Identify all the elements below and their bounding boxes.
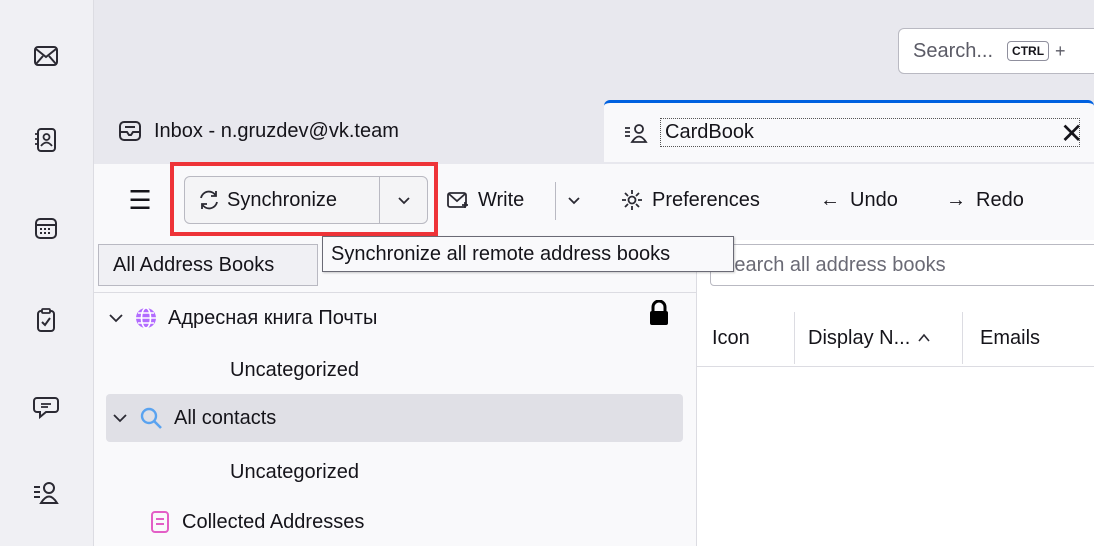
write-dropdown-button[interactable] xyxy=(566,176,590,224)
undo-arrow-icon: ← xyxy=(820,188,840,211)
column-icon[interactable]: Icon xyxy=(712,310,750,366)
globe-icon xyxy=(136,307,156,329)
tooltip: Synchronize all remote address books xyxy=(322,236,734,272)
tree-item-label: Uncategorized xyxy=(230,460,359,483)
column-separator[interactable] xyxy=(962,312,963,364)
shortcut-plus: + xyxy=(1055,40,1066,61)
toolbar-separator xyxy=(555,182,556,220)
column-label: Display N... xyxy=(808,326,911,349)
undo-label: Undo xyxy=(850,188,898,211)
undo-button[interactable]: ← Undo xyxy=(820,176,898,224)
preferences-button[interactable]: Preferences xyxy=(620,176,760,224)
write-button[interactable]: Write xyxy=(446,176,524,224)
inbox-icon xyxy=(119,121,141,141)
shortcut-key: CTRL xyxy=(1007,41,1050,61)
column-separator[interactable] xyxy=(794,312,795,364)
global-search-input[interactable]: Search... CTRL + xyxy=(898,28,1094,74)
tasks-space-icon[interactable] xyxy=(24,298,68,342)
address-book-icon xyxy=(625,123,648,143)
tab-cardbook-label: CardBook xyxy=(660,118,1080,147)
redo-arrow-icon: → xyxy=(946,188,966,211)
close-tab-icon[interactable]: ✕ xyxy=(1060,120,1083,148)
highlight-box xyxy=(170,162,438,236)
tree-item-vk-address-book[interactable]: Адресная книга Почты xyxy=(108,294,688,342)
write-label: Write xyxy=(478,188,525,211)
address-book-selector[interactable]: All Address Books xyxy=(98,244,318,286)
tab-inbox-label: Inbox - n.gruzdev@vk.team xyxy=(154,119,399,142)
tree-item-uncategorized[interactable]: Uncategorized xyxy=(230,346,359,394)
address-book-search-input[interactable]: Search all address books xyxy=(710,244,1094,286)
cardbook-space-icon[interactable] xyxy=(24,470,68,514)
search-placeholder: Search all address books xyxy=(721,253,946,276)
preferences-label: Preferences xyxy=(652,188,760,211)
menu-icon[interactable]: ☰ xyxy=(120,176,160,224)
column-display-name[interactable]: Display N... xyxy=(808,310,932,366)
sort-ascending-icon xyxy=(918,333,930,342)
tree-item-label: Адресная книга Почты xyxy=(168,306,378,329)
tree-item-label: Uncategorized xyxy=(230,358,359,381)
chevron-down-icon xyxy=(113,414,127,423)
gear-icon xyxy=(622,190,642,210)
calendar-space-icon[interactable] xyxy=(24,206,68,250)
search-icon xyxy=(140,407,162,429)
tree-item-all-contacts[interactable]: All contacts xyxy=(106,394,683,442)
chevron-down-icon xyxy=(109,314,123,323)
collected-addresses-icon xyxy=(151,511,169,533)
write-icon xyxy=(447,192,468,208)
tab-inbox[interactable]: Inbox - n.gruzdev@vk.team xyxy=(100,100,600,162)
column-emails[interactable]: Emails xyxy=(980,310,1040,366)
spaces-toolbar xyxy=(0,0,94,546)
tree-item-label: All contacts xyxy=(174,406,277,429)
tree-item-uncategorized[interactable]: Uncategorized xyxy=(230,448,359,496)
tree-item-collected-addresses[interactable]: Collected Addresses xyxy=(148,498,364,546)
search-placeholder: Search... xyxy=(913,39,994,62)
lock-icon xyxy=(650,300,668,325)
tree-item-label: Collected Addresses xyxy=(182,510,365,533)
tab-cardbook[interactable]: CardBook xyxy=(604,100,1094,162)
mail-space-icon[interactable] xyxy=(24,34,68,78)
address-book-space-icon[interactable] xyxy=(24,118,68,162)
chat-space-icon[interactable] xyxy=(24,384,68,428)
chevron-down-icon xyxy=(568,197,580,205)
redo-label: Redo xyxy=(976,188,1024,211)
redo-button[interactable]: → Redo xyxy=(946,176,1024,224)
divider xyxy=(94,292,696,293)
